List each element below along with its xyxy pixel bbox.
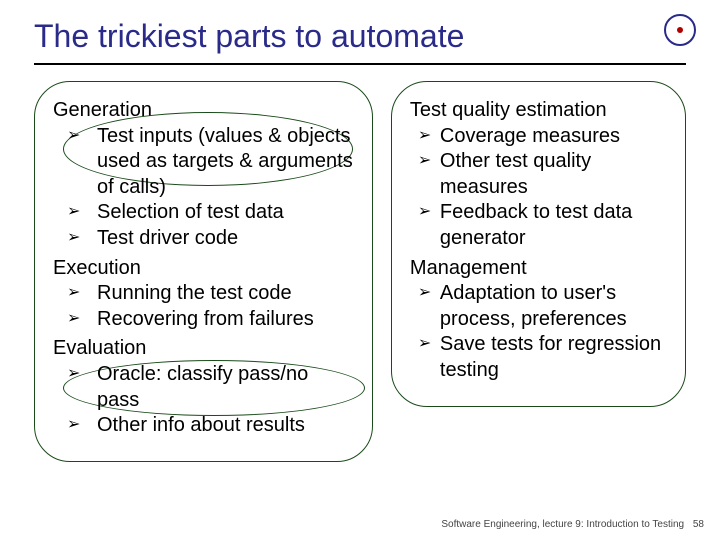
generation-list: Test inputs (values & objects used as ta… (53, 124, 354, 252)
logo-circle (664, 14, 696, 46)
list-item: Test driver code (67, 226, 354, 252)
footer-text: Software Engineering, lecture 9: Introdu… (441, 519, 684, 530)
list-item: Recovering from failures (67, 307, 354, 333)
list-item: Oracle: classify pass/no pass (67, 362, 354, 413)
list-item: Feedback to test data generator (418, 200, 667, 251)
section-quality: Test quality estimation (410, 98, 667, 124)
list-item: Other test quality measures (418, 149, 667, 200)
evaluation-list: Oracle: classify pass/no pass Other info… (53, 362, 354, 439)
execution-list: Running the test code Recovering from fa… (53, 281, 354, 332)
page-number: 58 (693, 519, 704, 530)
quality-list: Coverage measures Other test quality mea… (410, 124, 667, 252)
right-box: Test quality estimation Coverage measure… (391, 81, 686, 407)
list-item: Adaptation to user's process, preference… (418, 281, 667, 332)
section-execution: Execution (53, 256, 354, 282)
list-item: Selection of test data (67, 200, 354, 226)
columns: Generation Test inputs (values & objects… (34, 81, 686, 462)
slide-title: The trickiest parts to automate (34, 18, 686, 55)
logo-dot-icon (677, 27, 683, 33)
footer: Software Engineering, lecture 9: Introdu… (441, 519, 704, 530)
slide: The trickiest parts to automate Generati… (0, 0, 720, 540)
left-box: Generation Test inputs (values & objects… (34, 81, 373, 462)
list-item: Running the test code (67, 281, 354, 307)
list-item: Save tests for regression testing (418, 332, 667, 383)
section-management: Management (410, 256, 667, 282)
section-evaluation: Evaluation (53, 336, 354, 362)
list-item: Other info about results (67, 413, 354, 439)
management-list: Adaptation to user's process, preference… (410, 281, 667, 383)
title-rule (34, 63, 686, 65)
list-item: Coverage measures (418, 124, 667, 150)
list-item: Test inputs (values & objects used as ta… (67, 124, 354, 201)
section-generation: Generation (53, 98, 354, 124)
